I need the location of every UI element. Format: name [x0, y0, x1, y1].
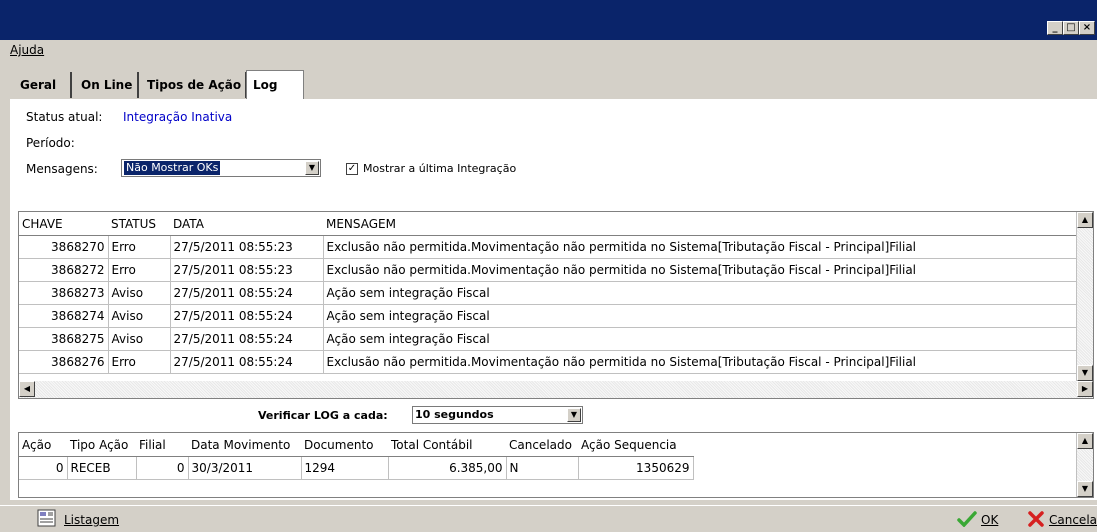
cell-mensagem: Ação sem integração Fiscal — [323, 304, 1077, 328]
detail-grid[interactable]: Ação Tipo Ação Filial Data Movimento Doc… — [18, 432, 1094, 498]
listing-button[interactable]: Listagem — [64, 513, 119, 527]
cell-data: 27/5/2011 08:55:23 — [170, 235, 324, 259]
title-bar: _ □ × — [0, 0, 1097, 40]
check-log-label: Verificar LOG a cada: — [258, 409, 388, 422]
column-header-status[interactable]: STATUS — [108, 212, 170, 236]
check-log-interval-dropdown[interactable]: 10 segundos ▼ — [412, 406, 583, 424]
cell-status: Erro — [108, 350, 171, 374]
table-row[interactable]: 3868272 Erro 27/5/2011 08:55:23 Exclusão… — [19, 258, 1077, 282]
status-label: Status atual: — [26, 110, 103, 124]
column-header-filial[interactable]: Filial — [136, 433, 188, 457]
log-grid-header: CHAVE STATUS DATA MENSAGEM — [19, 212, 1077, 236]
tab-on-line[interactable]: On Line — [76, 72, 139, 98]
checkmark-icon[interactable] — [957, 511, 977, 528]
cell-data: 27/5/2011 08:55:24 — [170, 281, 324, 305]
column-header-documento[interactable]: Documento — [301, 433, 388, 457]
cell-filial: 0 — [136, 456, 189, 480]
cell-mensagem: Exclusão não permitida.Movimentação não … — [323, 350, 1077, 374]
ok-button[interactable]: OK — [981, 513, 998, 527]
messages-dropdown-value: Não Mostrar OKs — [124, 161, 221, 175]
messages-label: Mensagens: — [26, 162, 98, 176]
column-header-acao-sequencia[interactable]: Ação Sequencia — [578, 433, 693, 457]
minimize-button[interactable]: _ — [1047, 21, 1063, 35]
table-row[interactable]: 3868270 Erro 27/5/2011 08:55:23 Exclusão… — [19, 235, 1077, 259]
cancel-button[interactable]: Cancela — [1049, 513, 1097, 527]
column-header-cancelado[interactable]: Cancelado — [506, 433, 578, 457]
x-icon[interactable] — [1027, 511, 1045, 527]
status-value: Integração Inativa — [123, 110, 233, 124]
last-integration-label: Mostrar a última Integração — [363, 162, 517, 175]
cell-chave: 3868274 — [19, 304, 109, 328]
close-button[interactable]: × — [1079, 21, 1095, 35]
column-header-chave[interactable]: CHAVE — [19, 212, 108, 236]
scroll-down-icon[interactable]: ▼ — [1077, 365, 1093, 381]
chevron-down-icon[interactable]: ▼ — [305, 161, 319, 175]
maximize-button[interactable]: □ — [1063, 21, 1079, 35]
cell-data-movimento: 30/3/2011 — [188, 456, 302, 480]
check-log-interval-value: 10 segundos — [415, 408, 494, 421]
cell-status: Aviso — [108, 281, 171, 305]
tab-tipos-de-acao[interactable]: Tipos de Ação — [143, 72, 247, 98]
table-row[interactable]: 3868274 Aviso 27/5/2011 08:55:24 Ação se… — [19, 304, 1077, 328]
tab-log[interactable]: Log — [246, 70, 304, 100]
scroll-right-icon[interactable]: ▶ — [1077, 381, 1093, 397]
cell-acao: 0 — [19, 456, 68, 480]
cell-mensagem: Exclusão não permitida.Movimentação não … — [323, 235, 1077, 259]
scroll-left-icon[interactable]: ◀ — [19, 381, 35, 397]
cell-data: 27/5/2011 08:55:24 — [170, 304, 324, 328]
cell-mensagem: Ação sem integração Fiscal — [323, 327, 1077, 351]
cell-status: Erro — [108, 258, 171, 282]
tab-geral[interactable]: Geral — [14, 72, 72, 98]
cell-chave: 3868275 — [19, 327, 109, 351]
table-row[interactable]: 0 RECEB 0 30/3/2011 1294 6.385,00 N 1350… — [19, 456, 694, 480]
cell-status: Aviso — [108, 304, 171, 328]
cell-data: 27/5/2011 08:55:24 — [170, 350, 324, 374]
cell-chave: 3868270 — [19, 235, 109, 259]
column-header-data[interactable]: DATA — [170, 212, 323, 236]
cell-chave: 3868272 — [19, 258, 109, 282]
chevron-down-icon[interactable]: ▼ — [567, 408, 581, 422]
cell-cancelado: N — [506, 456, 579, 480]
column-header-data-movimento[interactable]: Data Movimento — [188, 433, 301, 457]
cell-documento: 1294 — [301, 456, 389, 480]
cell-total-contabil: 6.385,00 — [388, 456, 507, 480]
detail-grid-vertical-scrollbar[interactable]: ▲ ▼ — [1076, 433, 1093, 497]
report-icon[interactable] — [37, 509, 57, 528]
menu-help[interactable]: Ajuda — [10, 43, 44, 57]
cell-chave: 3868276 — [19, 350, 109, 374]
period-label: Período: — [26, 136, 75, 150]
cell-data: 27/5/2011 08:55:24 — [170, 327, 324, 351]
footer-bar: Listagem OK Cancela — [0, 505, 1097, 532]
cell-data: 27/5/2011 08:55:23 — [170, 258, 324, 282]
cell-acao-sequencia: 1350629 — [578, 456, 694, 480]
cell-status: Aviso — [108, 327, 171, 351]
detail-grid-header: Ação Tipo Ação Filial Data Movimento Doc… — [19, 433, 693, 457]
table-row[interactable]: 3868275 Aviso 27/5/2011 08:55:24 Ação se… — [19, 327, 1077, 351]
last-integration-checkbox[interactable]: ✓ — [346, 163, 358, 175]
column-header-acao[interactable]: Ação — [19, 433, 67, 457]
cell-mensagem: Ação sem integração Fiscal — [323, 281, 1077, 305]
scroll-up-icon[interactable]: ▲ — [1077, 212, 1093, 228]
cell-tipo-acao: RECEB — [67, 456, 137, 480]
log-grid[interactable]: CHAVE STATUS DATA MENSAGEM 3868270 Erro … — [18, 211, 1094, 399]
table-row[interactable]: 3868273 Aviso 27/5/2011 08:55:24 Ação se… — [19, 281, 1077, 305]
log-grid-horizontal-scrollbar[interactable]: ◀ ▶ — [19, 381, 1093, 398]
column-header-tipo-acao[interactable]: Tipo Ação — [67, 433, 136, 457]
column-header-total-contabil[interactable]: Total Contábil — [388, 433, 506, 457]
cell-status: Erro — [108, 235, 171, 259]
messages-dropdown[interactable]: Não Mostrar OKs ▼ — [121, 159, 321, 177]
scroll-up-icon[interactable]: ▲ — [1077, 433, 1093, 449]
table-row[interactable]: 3868276 Erro 27/5/2011 08:55:24 Exclusão… — [19, 350, 1077, 374]
menu-bar: Ajuda — [0, 40, 1097, 63]
column-header-mensagem[interactable]: MENSAGEM — [323, 212, 1077, 236]
scroll-down-icon[interactable]: ▼ — [1077, 481, 1093, 497]
log-grid-vertical-scrollbar[interactable]: ▲ ▼ — [1076, 212, 1093, 381]
cell-mensagem: Exclusão não permitida.Movimentação não … — [323, 258, 1077, 282]
cell-chave: 3868273 — [19, 281, 109, 305]
